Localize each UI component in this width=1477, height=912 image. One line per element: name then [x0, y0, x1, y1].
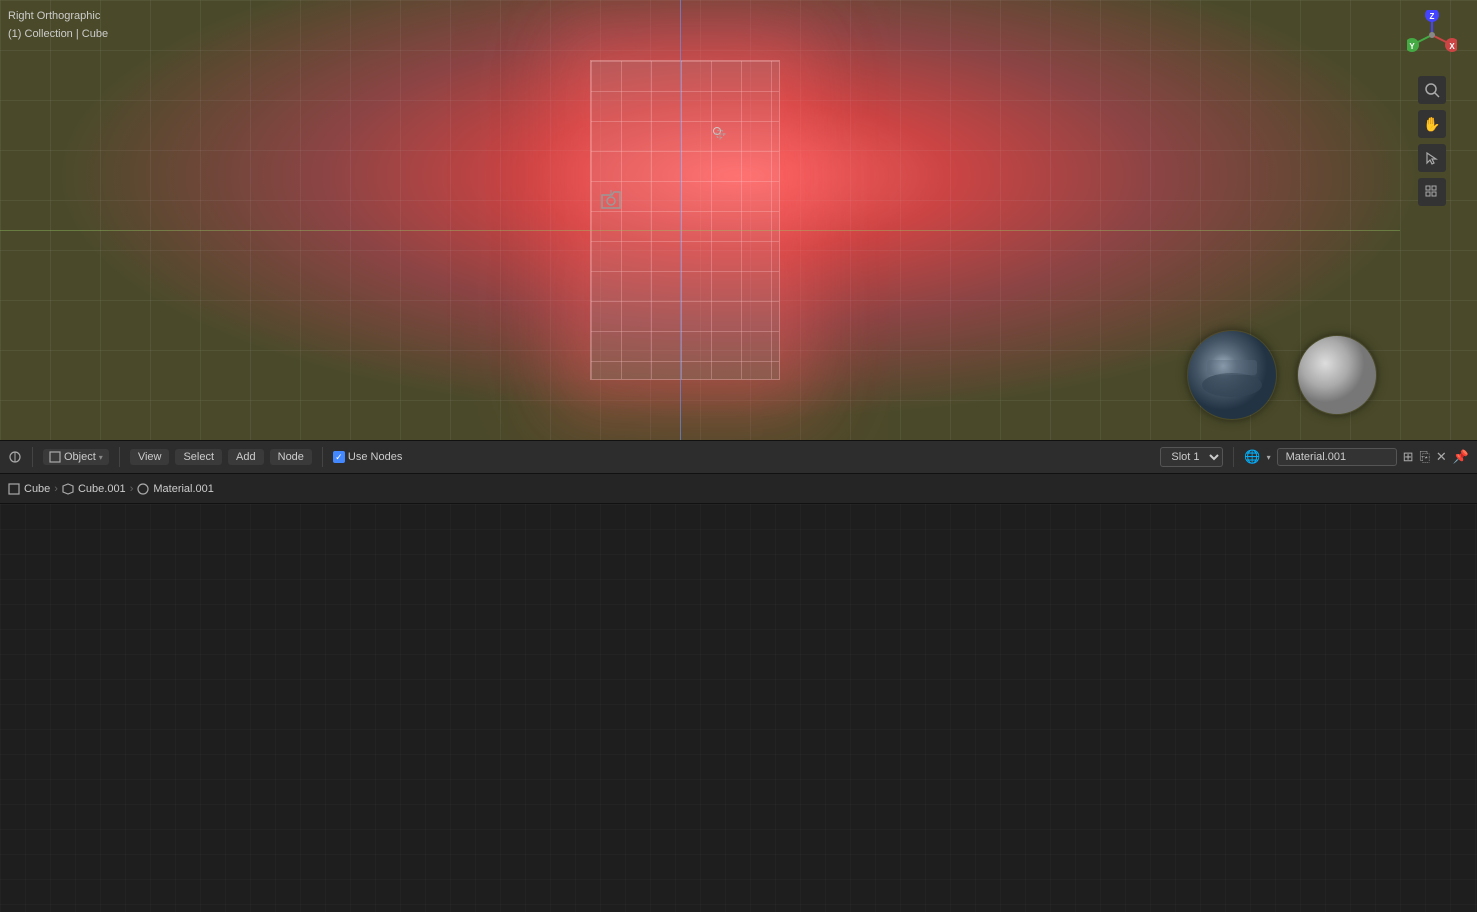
svg-text:Y: Y	[1409, 42, 1415, 51]
sep1	[32, 447, 33, 467]
center-cross-vertical	[680, 0, 681, 440]
slot-selector[interactable]: Slot 1	[1160, 447, 1223, 467]
svg-text:X: X	[1449, 42, 1455, 51]
object-label: Object	[64, 451, 96, 463]
breadcrumb-material[interactable]: Material.001	[137, 483, 214, 495]
gizmo-container: Z X Y ✋	[1407, 10, 1457, 206]
sep3	[322, 447, 323, 467]
camera-icon	[600, 190, 622, 217]
world-icon: 🌐	[1244, 449, 1260, 465]
node-canvas[interactable]: ▾ Texture Coordinate Generated Normal UV…	[0, 504, 1477, 912]
node-toolbar: Object ▾ View Select Add Node ✓ Use Node…	[0, 440, 1477, 474]
tool-grid[interactable]	[1418, 178, 1446, 206]
mode-selector[interactable]	[8, 450, 22, 464]
cube-object	[590, 60, 780, 380]
use-nodes-label: Use Nodes	[348, 451, 402, 463]
browse-material-icon[interactable]: ⊞	[1403, 449, 1414, 465]
copy-material-icon[interactable]: ⎘	[1420, 449, 1430, 465]
connections-overlay	[0, 504, 1477, 912]
center-cross-horizontal	[0, 230, 1400, 231]
hdri-preview	[1187, 330, 1277, 420]
breadcrumb-sep1: ›	[54, 483, 58, 495]
sep2	[119, 447, 120, 467]
viewport-info: Right Orthographic (1) Collection | Cube	[8, 8, 108, 43]
cube-grid-texture	[591, 61, 779, 379]
origin-dot	[713, 127, 721, 135]
breadcrumb-bar: Cube › Cube.001 › Material.001	[0, 474, 1477, 504]
tool-hand[interactable]: ✋	[1418, 110, 1446, 138]
breadcrumb-cube001[interactable]: Cube.001	[62, 483, 126, 495]
tool-zoom[interactable]	[1418, 76, 1446, 104]
material-name: Material.001	[1286, 451, 1347, 463]
select-menu[interactable]: Select	[175, 449, 222, 465]
svg-text:Z: Z	[1430, 12, 1435, 21]
viewport-title: Right Orthographic	[8, 8, 108, 26]
use-nodes-toggle[interactable]: ✓ Use Nodes	[333, 451, 402, 463]
breadcrumb-sep2: ›	[130, 483, 134, 495]
node-editor[interactable]: Object ▾ View Select Add Node ✓ Use Node…	[0, 440, 1477, 912]
object-dropdown-icon: ▾	[99, 453, 103, 462]
node-menu[interactable]: Node	[270, 449, 312, 465]
close-material-icon[interactable]: ✕	[1436, 449, 1447, 465]
pin-icon[interactable]: 📌	[1453, 449, 1469, 465]
material-preview	[1297, 335, 1377, 415]
breadcrumb-cube-label: Cube	[24, 483, 50, 495]
world-dropdown[interactable]: ▾	[1267, 453, 1271, 462]
breadcrumb-cube001-label: Cube.001	[78, 483, 126, 495]
add-menu[interactable]: Add	[228, 449, 264, 465]
material-name-field[interactable]: Material.001	[1277, 448, 1397, 466]
use-nodes-checkbox: ✓	[333, 451, 345, 463]
axis-display[interactable]: Z X Y	[1407, 10, 1457, 60]
breadcrumb-material-label: Material.001	[153, 483, 214, 495]
sep4	[1233, 447, 1234, 467]
object-type-btn[interactable]: Object ▾	[43, 449, 109, 465]
tool-cursor[interactable]	[1418, 144, 1446, 172]
viewport-collection: (1) Collection | Cube	[8, 26, 108, 44]
breadcrumb-cube[interactable]: Cube	[8, 483, 50, 495]
material-previews	[1187, 330, 1377, 420]
view-menu[interactable]: View	[130, 449, 170, 465]
viewport-3d[interactable]: Right Orthographic (1) Collection | Cube…	[0, 0, 1477, 440]
